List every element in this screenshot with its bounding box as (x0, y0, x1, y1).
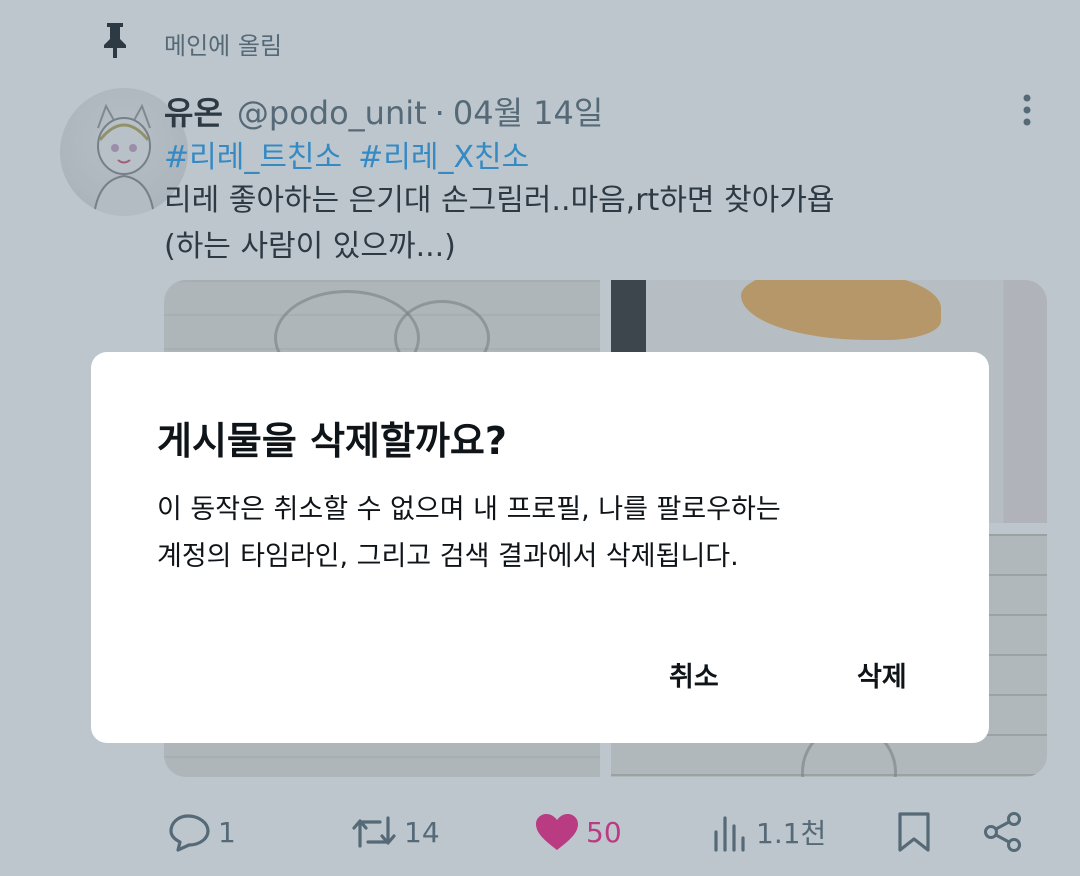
dialog-message-line: 계정의 타임라인, 그리고 검색 결과에서 삭제됩니다. (157, 541, 739, 572)
cancel-button[interactable]: 취소 (651, 648, 737, 700)
dialog-message-line: 이 동작은 취소할 수 없으며 내 프로필, 나를 팔로우하는 (157, 494, 781, 525)
dialog-message: 이 동작은 취소할 수 없으며 내 프로필, 나를 팔로우하는 계정의 타임라인… (157, 486, 947, 580)
delete-confirm-dialog: 게시물을 삭제할까요? 이 동작은 취소할 수 없으며 내 프로필, 나를 팔로… (91, 352, 989, 743)
dialog-title: 게시물을 삭제할까요? (157, 419, 507, 463)
delete-button[interactable]: 삭제 (839, 648, 925, 700)
